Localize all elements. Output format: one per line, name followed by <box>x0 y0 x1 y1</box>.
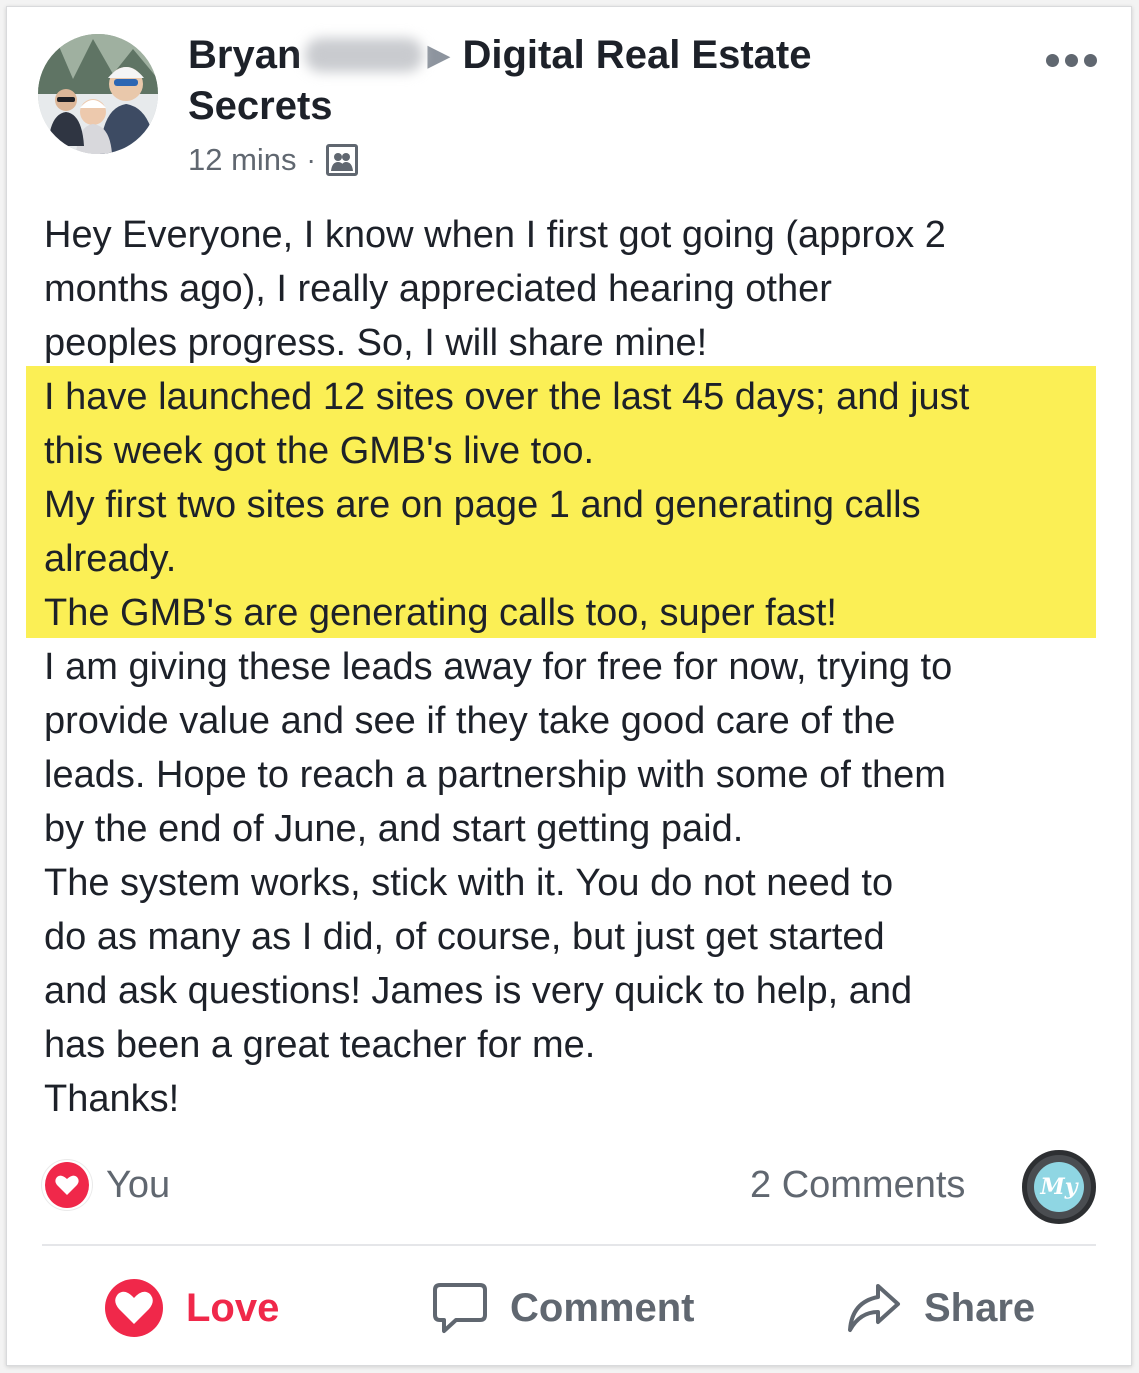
post-line-highlighted: The GMB's are generating calls too, supe… <box>44 592 837 634</box>
arrow-right-icon: ▶ <box>427 39 451 72</box>
post-line: provide value and see if they take good … <box>44 700 896 742</box>
share-button[interactable]: Share <box>846 1276 1035 1340</box>
post-line: by the end of June, and start getting pa… <box>44 808 744 850</box>
reaction-names: You <box>106 1163 171 1206</box>
love-reaction-badge <box>42 1160 92 1210</box>
post-line: leads. Hope to reach a partnership with … <box>44 754 946 796</box>
post-body: Hey Everyone, I know when I first got go… <box>44 208 1114 1126</box>
post-line: do as many as I did, of course, but just… <box>44 916 885 958</box>
blurred-surname <box>305 38 424 72</box>
more-icon <box>1046 54 1059 67</box>
post-line: months ago), I really appreciated hearin… <box>44 268 832 310</box>
commenter-avatar[interactable]: My <box>1022 1150 1096 1224</box>
meta-separator: · <box>306 144 316 175</box>
post-line: I am giving these leads away for free fo… <box>44 646 953 688</box>
share-icon <box>848 1284 900 1332</box>
avatar-photo <box>38 34 158 154</box>
post-line-highlighted: I have launched 12 sites over the last 4… <box>44 376 970 418</box>
comment-icon <box>433 1283 487 1333</box>
comment-button[interactable]: Comment <box>432 1276 694 1340</box>
post-line-highlighted: this week got the GMB's live too. <box>44 430 595 472</box>
more-icon-dot <box>1084 54 1097 67</box>
heart-icon <box>105 1279 163 1337</box>
post-meta: 12 mins · <box>188 142 358 178</box>
share-label: Share <box>924 1285 1036 1330</box>
group-privacy-icon <box>325 144 358 176</box>
post-line: Hey Everyone, I know when I first got go… <box>44 214 946 256</box>
post-header: Bryan ▶ Digital Real Estate Secrets <box>188 30 1028 131</box>
comments-count[interactable]: 2 Comments <box>750 1164 965 1207</box>
post-time[interactable]: 12 mins <box>188 142 297 178</box>
reactions-summary[interactable]: You <box>42 1160 170 1210</box>
commenter-logo: My <box>1034 1162 1084 1212</box>
post-line: peoples progress. So, I will share mine! <box>44 322 708 364</box>
actions-divider <box>42 1244 1096 1246</box>
more-options-button[interactable] <box>1044 44 1100 74</box>
group-name[interactable]: Digital Real Estate <box>462 33 811 77</box>
post-line: has been a great teacher for me. <box>44 1024 596 1066</box>
heart-icon <box>55 1175 79 1195</box>
love-button[interactable]: Love <box>104 1276 279 1340</box>
group-name-continued[interactable]: Secrets <box>188 84 333 128</box>
author-avatar[interactable] <box>38 34 158 154</box>
comment-label: Comment <box>510 1285 695 1330</box>
post-line: and ask questions! James is very quick t… <box>44 970 913 1012</box>
post-line-highlighted: My first two sites are on page 1 and gen… <box>44 484 921 526</box>
post-line: Thanks! <box>44 1078 180 1120</box>
love-label: Love <box>186 1285 280 1330</box>
author-name[interactable]: Bryan <box>188 33 301 77</box>
post-line-highlighted: already. <box>44 538 177 580</box>
post-line: The system works, stick with it. You do … <box>44 862 894 904</box>
more-icon-dot <box>1065 54 1078 67</box>
